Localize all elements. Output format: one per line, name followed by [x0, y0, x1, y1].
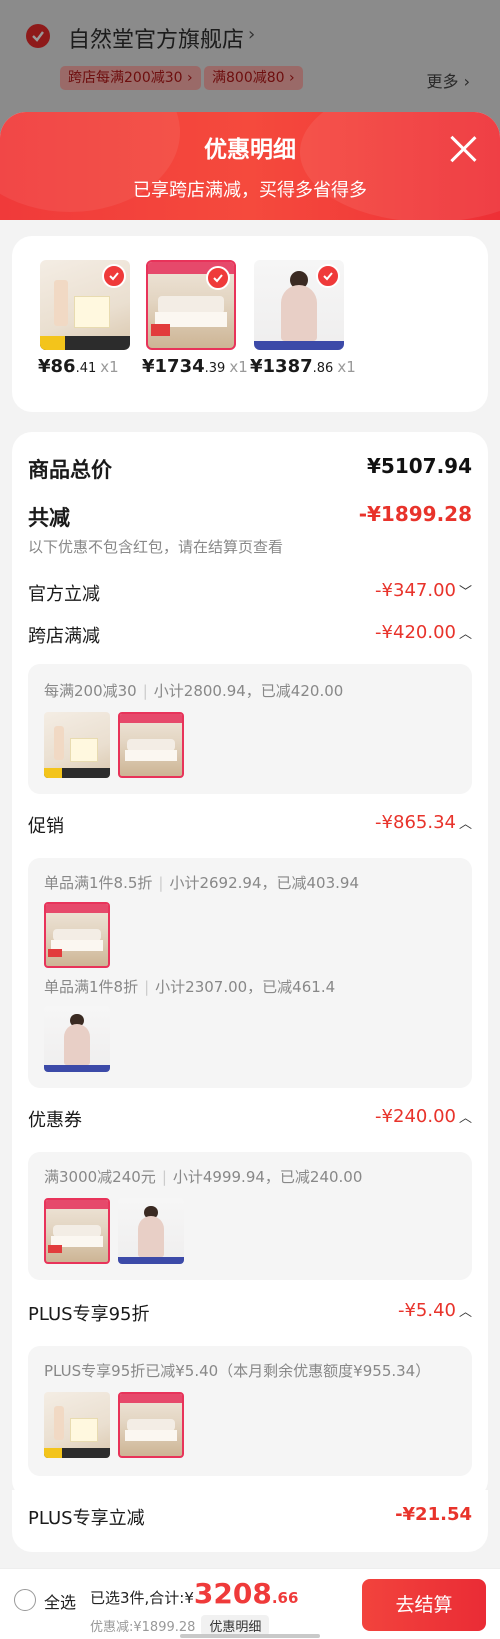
header-decoration — [300, 112, 500, 220]
plusdirect-discount-value: -¥21.54 — [395, 1504, 472, 1525]
promo-detail-line: 单品满1件8.5折 | 小计2692.94，已减403.94 — [44, 874, 359, 892]
product-mini-thumb — [118, 712, 184, 778]
close-icon[interactable] — [448, 134, 478, 164]
crossstore-discount-value: -¥420.00 ︿ — [375, 622, 472, 643]
total-reduce-label: 共减 — [28, 506, 70, 530]
product-mini-thumb — [44, 712, 110, 778]
plus95-discount-label: PLUS专享95折 — [28, 1304, 150, 1325]
promo-detail-line: 单品满1件8折 | 小计2307.00，已减461.4 — [44, 978, 336, 996]
product-qty: x1 — [100, 358, 119, 376]
product-thumbnail — [254, 260, 344, 350]
official-discount-label: 官方立减 — [28, 584, 100, 605]
checkout-button[interactable]: 去结算 — [362, 1579, 486, 1631]
plus95-detail-box: PLUS专享95折已减¥5.40（本月剩余优惠额度¥955.34） — [28, 1346, 472, 1476]
product-thumbnail — [40, 260, 130, 350]
promo-discount-value: -¥865.34 ︿ — [375, 812, 472, 833]
crossstore-detail-box: 每满200减30 | 小计2800.94，已减420.00 — [28, 664, 472, 794]
plusdirect-discount-label: PLUS专享立减 — [28, 1508, 145, 1529]
product-mini-thumb — [44, 1006, 110, 1072]
plusdirect-card-tail: PLUS专享立减 -¥21.54 — [12, 1490, 488, 1552]
store-header: 自然堂官方旗舰店 › 跨店每满200减30 › 满800减80 › 更多 › — [0, 0, 500, 120]
discount-note: 以下优惠不包含红包，请在结算页查看 — [28, 538, 284, 556]
product-qty: x1 — [337, 358, 356, 376]
chevron-right-icon[interactable]: › — [248, 24, 255, 45]
chevron-up-icon: ︿ — [458, 817, 472, 832]
total-reduce-value: -¥1899.28 — [358, 502, 472, 526]
saved-amount: 优惠减:¥1899.28 优惠明细 — [90, 1615, 270, 1636]
product-thumbnail — [146, 260, 236, 350]
product-mini-thumb — [118, 1392, 184, 1458]
discount-detail-sheet: 优惠明细 已享跨店满减，买得多省得多 ¥86.41x1 ¥1734.39x1 — [0, 112, 500, 1639]
select-all-label[interactable]: 全选 — [44, 1589, 76, 1613]
select-all-radio[interactable] — [14, 1589, 36, 1611]
home-indicator — [180, 1634, 320, 1638]
crossstore-discount-label: 跨店满减 — [28, 626, 100, 647]
crossstore-detail-line: 每满200减30 | 小计2800.94，已减420.00 — [44, 682, 344, 700]
product-mini-thumb — [44, 1198, 110, 1264]
product-price: ¥1387.86 x1 — [250, 356, 356, 377]
check-icon[interactable] — [102, 264, 126, 288]
more-link[interactable]: 更多 › — [427, 68, 471, 92]
store-promo-tag[interactable]: 满800减80 › — [204, 66, 303, 90]
sheet-header: 优惠明细 已享跨店满减，买得多省得多 — [0, 112, 500, 220]
product-card: ¥86.41 x1 ¥1734.39 x1 ¥1387.86 x1 — [12, 236, 488, 412]
chevron-up-icon: ︿ — [458, 1305, 472, 1320]
chevron-up-icon: ︿ — [458, 627, 472, 642]
plus95-detail-line: PLUS专享95折已减¥5.40（本月剩余优惠额度¥955.34） — [44, 1362, 431, 1380]
coupon-detail-line: 满3000减240元 | 小计4999.94，已减240.00 — [44, 1168, 363, 1186]
product-mini-thumb — [118, 1198, 184, 1264]
sheet-title: 优惠明细 — [204, 137, 296, 163]
promo-discount-label: 促销 — [28, 816, 64, 837]
checkout-bar: 全选 已选3件,合计:¥3208.66 优惠减:¥1899.28 优惠明细 去结算 — [0, 1568, 500, 1639]
product-item[interactable] — [40, 260, 130, 350]
promo-detail-box: 单品满1件8.5折 | 小计2692.94，已减403.94 单品满1件8折 | 小计2… — [28, 858, 472, 1088]
coupon-discount-value: -¥240.00 ︿ — [375, 1106, 472, 1127]
product-price: ¥86.41 x1 — [38, 356, 119, 377]
selected-total: 已选3件,合计:¥3208.66 — [90, 1577, 299, 1610]
total-price-value: ¥5107.94 — [366, 454, 472, 478]
coupon-discount-label: 优惠券 — [28, 1110, 82, 1131]
check-icon[interactable] — [206, 266, 230, 290]
product-price: ¥1734.39 x1 — [142, 356, 248, 377]
official-discount-value: -¥347.00 ﹀ — [375, 580, 472, 601]
discount-detail-button[interactable]: 优惠明细 — [201, 1615, 270, 1636]
store-promo-tag[interactable]: 跨店每满200减30 › — [60, 66, 201, 90]
plus95-discount-value: -¥5.40 ︿ — [397, 1300, 472, 1321]
chevron-up-icon: ︿ — [458, 1111, 472, 1126]
coupon-detail-box: 满3000减240元 | 小计4999.94，已减240.00 — [28, 1152, 472, 1280]
store-name[interactable]: 自然堂官方旗舰店 — [68, 22, 244, 54]
chevron-down-icon: ﹀ — [458, 585, 472, 600]
check-icon[interactable] — [316, 264, 340, 288]
sheet-subtitle: 已享跨店满减，买得多省得多 — [133, 180, 367, 201]
store-check-icon[interactable] — [26, 24, 50, 48]
discount-detail-card: 商品总价 ¥5107.94 共减 -¥1899.28 以下优惠不包含红包，请在结… — [12, 432, 488, 1500]
product-qty: x1 — [229, 358, 248, 376]
product-item[interactable] — [254, 260, 344, 350]
product-mini-thumb — [44, 1392, 110, 1458]
total-price-label: 商品总价 — [28, 458, 112, 482]
product-mini-thumb — [44, 902, 110, 968]
product-item[interactable] — [146, 260, 236, 350]
